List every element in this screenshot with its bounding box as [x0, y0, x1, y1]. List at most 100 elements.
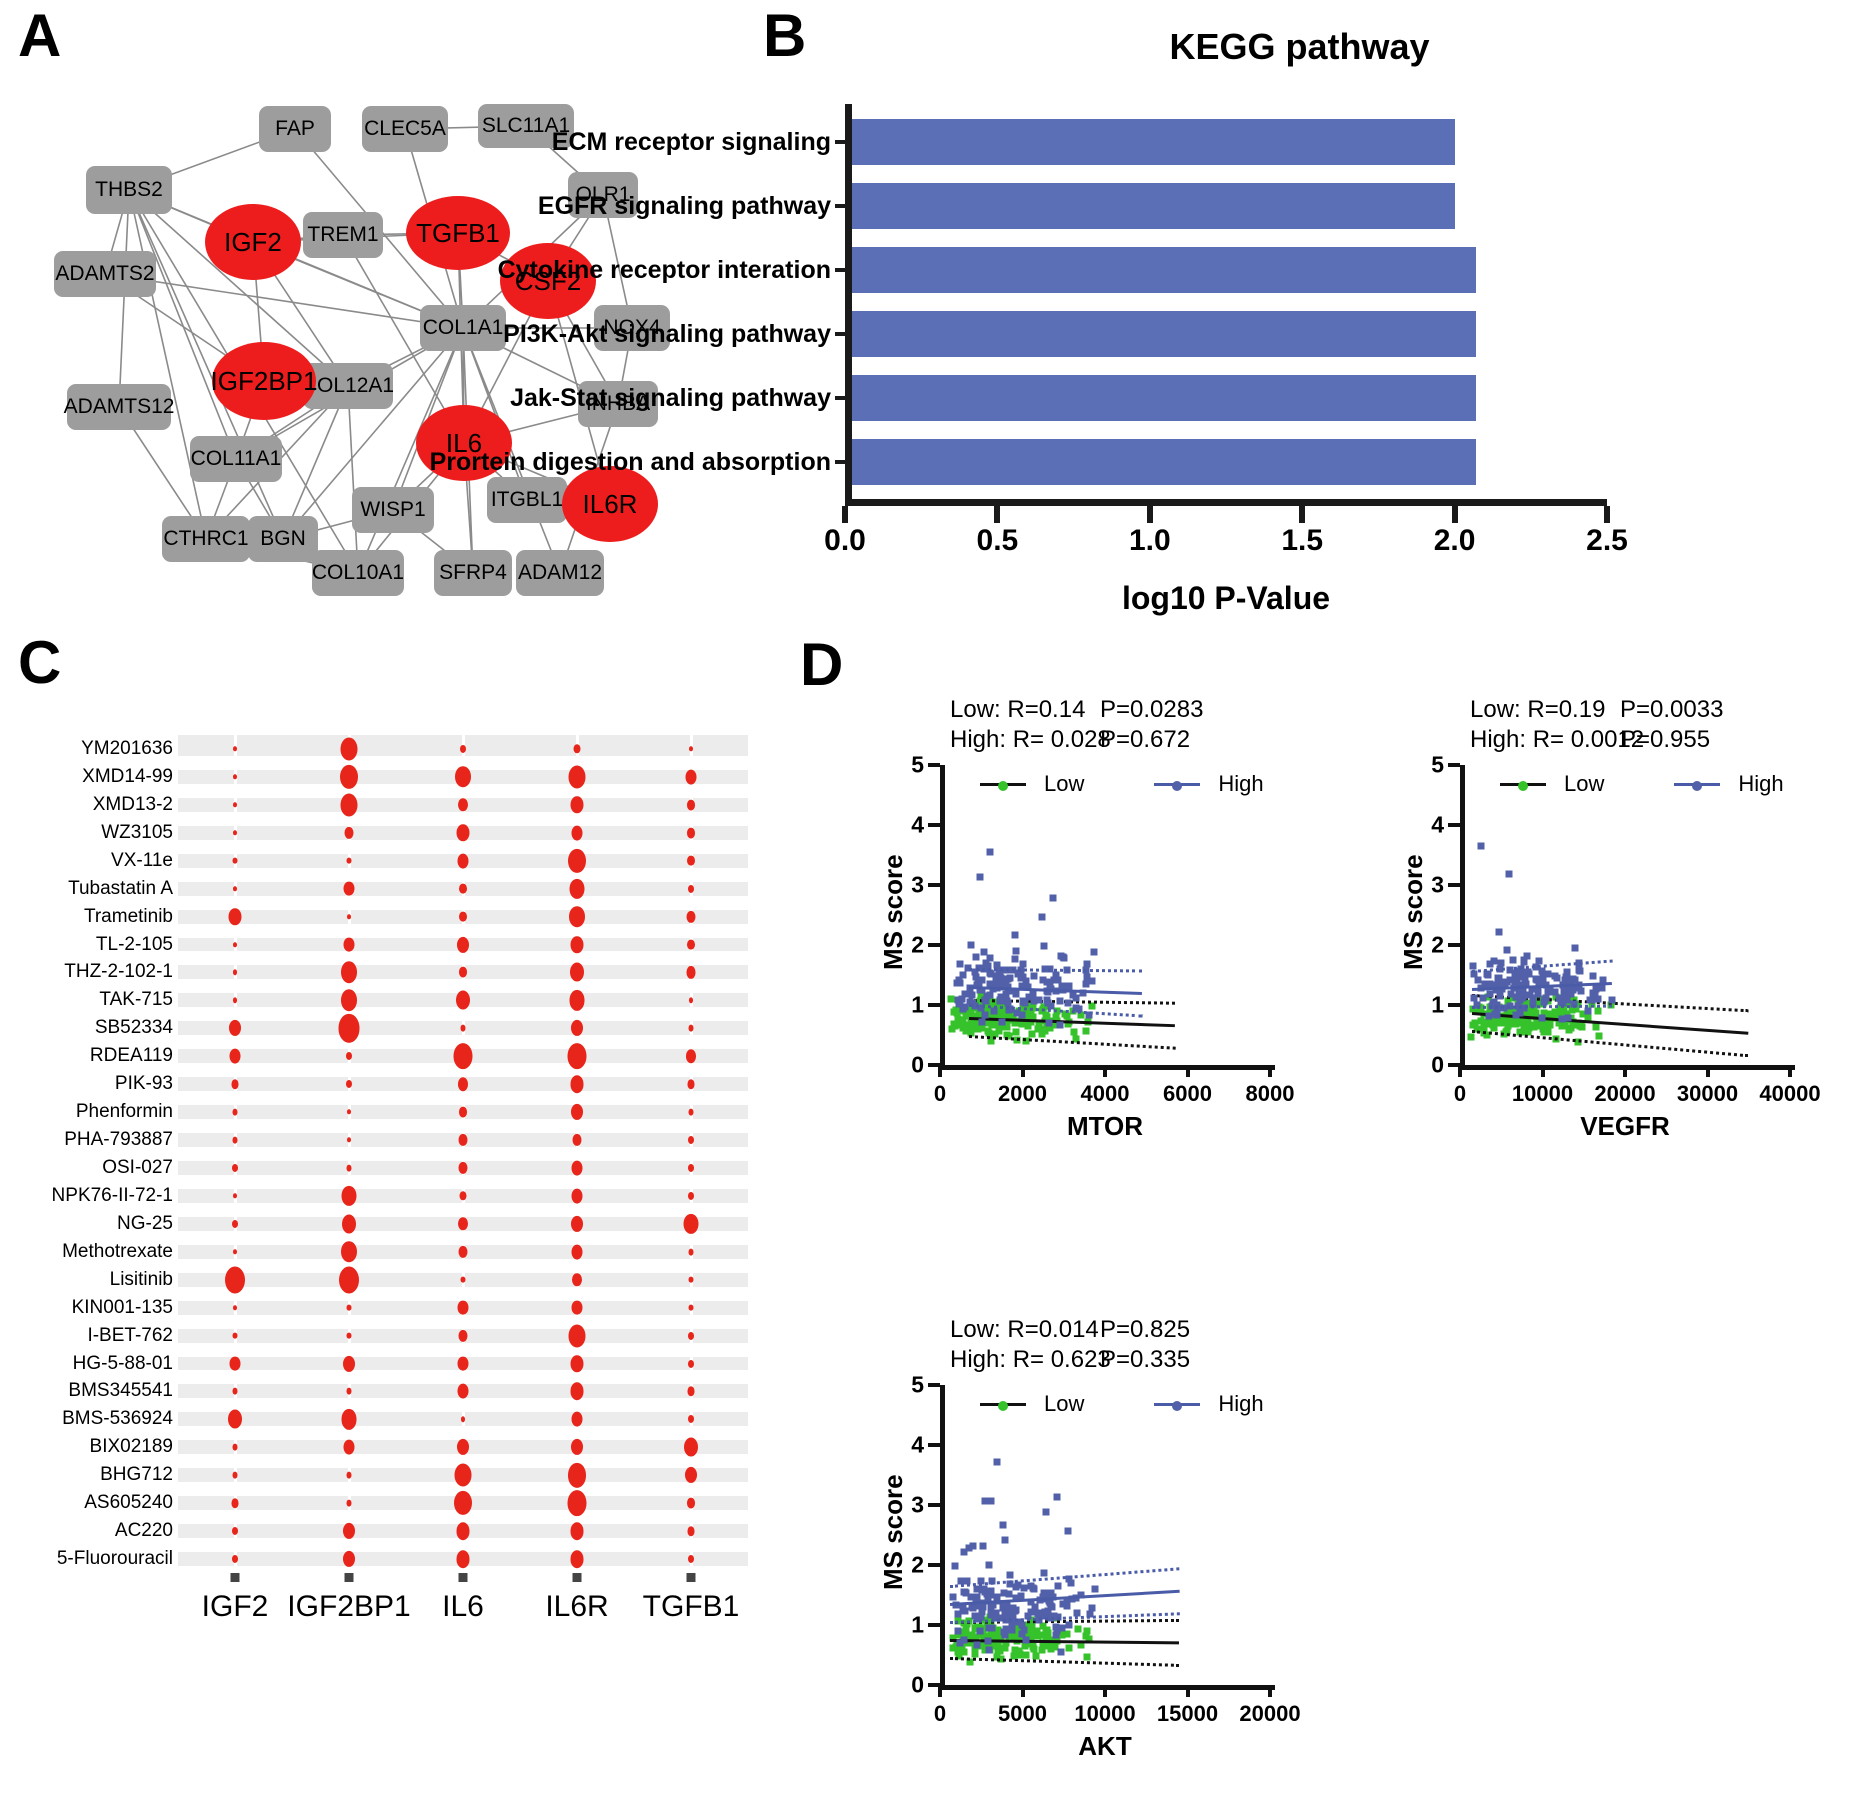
bubble-dot[interactable]	[232, 1527, 238, 1536]
bubble-dot[interactable]	[688, 1024, 694, 1032]
bubble-dot[interactable]	[567, 1043, 587, 1070]
bubble-dot[interactable]	[687, 1079, 695, 1089]
bubble-dot[interactable]	[339, 1266, 359, 1294]
bubble-dot[interactable]	[571, 1104, 583, 1121]
kegg-bar[interactable]	[845, 439, 1476, 486]
bubble-dot[interactable]	[232, 1219, 238, 1228]
bubble-dot[interactable]	[573, 744, 581, 754]
bubble-dot[interactable]	[232, 857, 238, 865]
bubble-dot[interactable]	[457, 1356, 469, 1371]
bubble-dot[interactable]	[455, 766, 471, 788]
bubble-dot[interactable]	[229, 1356, 241, 1371]
bubble-dot[interactable]	[228, 907, 242, 926]
network-node-adamts12[interactable]: ADAMTS12	[64, 384, 174, 430]
network-node-wisp1[interactable]: WISP1	[352, 487, 434, 533]
bubble-dot[interactable]	[343, 1439, 355, 1455]
bubble-dot[interactable]	[688, 1163, 694, 1172]
bubble-dot[interactable]	[571, 1215, 583, 1232]
bubble-dot[interactable]	[570, 935, 584, 954]
network-node-igf2bp1[interactable]: IGF2BP1	[211, 342, 317, 420]
network-node-fap[interactable]: FAP	[259, 106, 331, 152]
bubble-dot[interactable]	[232, 1471, 238, 1479]
network-node-col11a1[interactable]: COL11A1	[190, 436, 282, 482]
bubble-dot[interactable]	[571, 1160, 583, 1176]
bubble-dot[interactable]	[687, 827, 695, 839]
bubble-dot[interactable]	[458, 1077, 468, 1091]
network-node-il6r[interactable]: IL6R	[562, 466, 658, 542]
bubble-dot[interactable]	[687, 1497, 695, 1509]
bubble-dot[interactable]	[687, 855, 695, 867]
bubble-dot[interactable]	[346, 1304, 352, 1311]
bubble-dot[interactable]	[571, 1020, 583, 1037]
bubble-dot[interactable]	[688, 1191, 694, 1200]
bubble-dot[interactable]	[456, 823, 470, 842]
bubble-dot[interactable]	[228, 1409, 242, 1429]
bubble-dot[interactable]	[346, 1332, 352, 1339]
bubble-dot[interactable]	[568, 765, 586, 789]
network-node-itgbl1[interactable]: ITGBL1	[487, 477, 567, 523]
network-node-cthrc1[interactable]: CTHRC1	[162, 516, 250, 562]
bubble-dot[interactable]	[232, 1332, 238, 1339]
bubble-dot[interactable]	[458, 1245, 468, 1258]
bubble-dot[interactable]	[687, 799, 695, 811]
bubble-dot[interactable]	[456, 1522, 470, 1540]
bubble-dot[interactable]	[686, 1049, 696, 1063]
bubble-dot[interactable]	[570, 796, 584, 814]
bubble-dot[interactable]	[343, 937, 355, 952]
bubble-dot[interactable]	[458, 1133, 468, 1147]
bubble-dot[interactable]	[688, 1248, 694, 1256]
bubble-dot[interactable]	[343, 881, 355, 897]
bubble-dot[interactable]	[688, 1108, 694, 1116]
bubble-dot[interactable]	[459, 1106, 467, 1118]
bubble-dot[interactable]	[340, 737, 358, 761]
kegg-bar[interactable]	[845, 247, 1476, 294]
bubble-dot[interactable]	[568, 1324, 586, 1348]
bubble-dot[interactable]	[229, 1020, 241, 1037]
bubble-dot[interactable]	[688, 1554, 694, 1564]
bubble-dot[interactable]	[457, 1384, 469, 1399]
bubble-dot[interactable]	[346, 1052, 352, 1061]
kegg-bar[interactable]	[845, 375, 1476, 422]
bubble-dot[interactable]	[232, 1554, 238, 1564]
bubble-dot[interactable]	[346, 1164, 352, 1172]
bubble-dot[interactable]	[687, 939, 695, 950]
bubble-dot[interactable]	[686, 910, 696, 923]
bubble-dot[interactable]	[457, 1300, 469, 1316]
bubble-dot[interactable]	[571, 825, 583, 841]
bubble-dot[interactable]	[343, 1523, 355, 1540]
bubble-dot[interactable]	[456, 1550, 470, 1568]
bubble-dot[interactable]	[232, 1443, 238, 1451]
bubble-dot[interactable]	[232, 1108, 238, 1116]
bubble-dot[interactable]	[460, 1276, 466, 1284]
bubble-dot[interactable]	[571, 1439, 583, 1456]
bubble-dot[interactable]	[688, 1276, 694, 1284]
bubble-dot[interactable]	[570, 1522, 584, 1540]
bubble-dot[interactable]	[346, 1080, 352, 1089]
bubble-dot[interactable]	[457, 853, 469, 869]
bubble-dot[interactable]	[571, 1300, 583, 1316]
bubble-dot[interactable]	[341, 989, 357, 1012]
kegg-bar[interactable]	[845, 311, 1476, 358]
bubble-dot[interactable]	[571, 1411, 583, 1427]
bubble-dot[interactable]	[229, 1048, 241, 1064]
bubble-dot[interactable]	[685, 769, 697, 785]
bubble-dot[interactable]	[459, 967, 467, 978]
bubble-dot[interactable]	[688, 1331, 694, 1340]
bubble-dot[interactable]	[688, 1135, 694, 1145]
bubble-dot[interactable]	[346, 1499, 352, 1507]
bubble-dot[interactable]	[686, 966, 696, 979]
bubble-dot[interactable]	[459, 1191, 467, 1201]
bubble-dot[interactable]	[567, 1490, 587, 1516]
bubble-dot[interactable]	[572, 1133, 582, 1147]
bubble-dot[interactable]	[458, 1217, 468, 1231]
network-node-igf2[interactable]: IGF2	[205, 204, 301, 280]
bubble-dot[interactable]	[458, 1161, 468, 1175]
bubble-dot[interactable]	[346, 857, 352, 865]
bubble-dot[interactable]	[232, 1163, 238, 1172]
bubble-dot[interactable]	[346, 1471, 352, 1479]
bubble-dot[interactable]	[457, 1439, 469, 1456]
bubble-dot[interactable]	[571, 1188, 583, 1204]
bubble-dot[interactable]	[688, 1359, 694, 1368]
bubble-dot[interactable]	[453, 1043, 473, 1070]
bubble-dot[interactable]	[460, 1024, 466, 1032]
